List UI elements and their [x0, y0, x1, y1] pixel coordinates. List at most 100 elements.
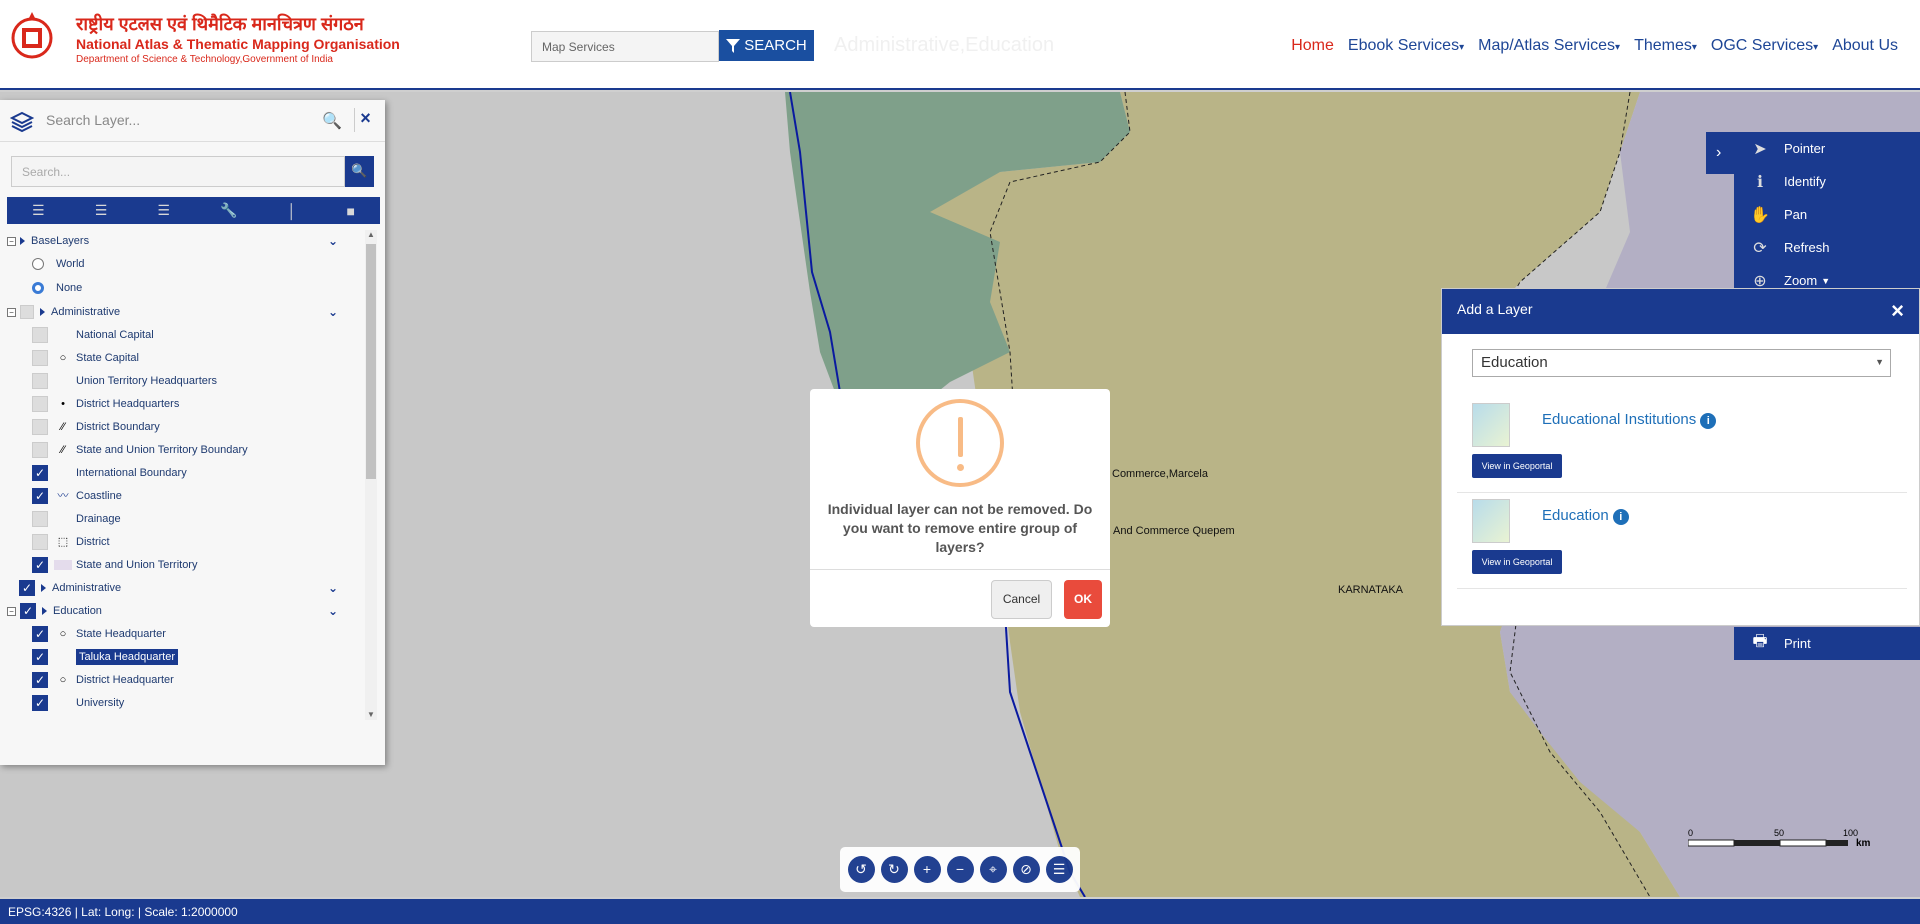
tree-node-drainage[interactable]: Drainage [7, 508, 362, 530]
undo-icon[interactable]: ↺ [847, 856, 875, 883]
list-icon[interactable]: ☰ [1045, 856, 1073, 883]
tree-node-none[interactable]: None [7, 277, 362, 299]
checkbox[interactable] [32, 511, 48, 527]
view-in-geoportal-button[interactable]: View in Geoportal [1472, 454, 1562, 478]
radio-none[interactable] [32, 282, 44, 294]
checkbox[interactable] [32, 327, 48, 343]
zoom-out-icon[interactable]: − [946, 856, 974, 883]
symbol-blank [54, 375, 72, 387]
tool-refresh[interactable]: ⟳ Refresh [1734, 231, 1920, 264]
tree-node-district-boundary[interactable]: ⁄⁄ District Boundary [7, 416, 362, 438]
checkbox[interactable] [32, 396, 48, 412]
tree-node-district-hq[interactable]: • District Headquarters [7, 393, 362, 415]
nav-about-us[interactable]: About Us [1832, 37, 1898, 55]
ok-button[interactable]: OK [1064, 580, 1102, 619]
chevron-down-icon[interactable]: ⌄ [328, 581, 338, 595]
checkbox-checked[interactable]: ✓ [32, 557, 48, 573]
tree-node-university[interactable]: ✓ University [7, 692, 362, 714]
tree-node-ut-hq[interactable]: Union Territory Headquarters [7, 370, 362, 392]
chevron-down-icon[interactable]: ⌄ [328, 234, 338, 248]
view-in-geoportal-button[interactable]: View in Geoportal [1472, 550, 1562, 574]
legend-icon[interactable]: │ [288, 203, 297, 219]
layer-filter-input[interactable]: Search... [11, 156, 345, 187]
checkbox[interactable] [32, 419, 48, 435]
tree-node-education[interactable]: − ✓ Education ⌄ [7, 600, 362, 622]
layer-result-link[interactable]: Educational Institutions i [1542, 411, 1717, 429]
map-label-marcela: Commerce,Marcela [1112, 468, 1208, 480]
tree-node-district[interactable]: ⬚ District [7, 531, 362, 553]
nav-themes[interactable]: Themes▾ [1634, 37, 1697, 55]
square-icon[interactable]: ■ [346, 203, 354, 219]
close-icon[interactable]: × [1891, 298, 1904, 324]
nav-home[interactable]: Home [1291, 37, 1334, 55]
checkbox[interactable] [32, 442, 48, 458]
tree-node-state-capital[interactable]: ○ State Capital [7, 347, 362, 369]
checkbox-checked[interactable]: ✓ [32, 672, 48, 688]
chevron-right-icon[interactable]: › [1716, 144, 1721, 162]
stack-layers-icon[interactable]: ☰ [32, 202, 45, 219]
cancel-button[interactable]: Cancel [991, 580, 1052, 619]
checkbox-partial[interactable] [20, 305, 34, 319]
zoom-in-icon[interactable]: + [913, 856, 941, 883]
scroll-up-icon[interactable]: ▲ [366, 230, 376, 240]
checkbox[interactable] [32, 350, 48, 366]
layer-tree-scrollbar[interactable]: ▲ ▼ [365, 230, 377, 720]
header-search-button[interactable]: SEARCH [719, 30, 814, 61]
info-icon[interactable]: i [1612, 509, 1629, 525]
tool-pointer[interactable]: ➤ Pointer [1734, 132, 1920, 165]
layer-result-link[interactable]: Education i [1542, 507, 1629, 525]
tree-node-international-boundary[interactable]: ✓ International Boundary [7, 462, 362, 484]
symbol-blank [54, 467, 72, 479]
redo-icon[interactable]: ↻ [880, 856, 908, 883]
checkbox-checked[interactable]: ✓ [20, 603, 36, 619]
collapse-icon[interactable]: − [7, 606, 16, 616]
checkbox-checked[interactable]: ✓ [32, 649, 48, 665]
chevron-down-icon[interactable]: ⌄ [328, 604, 338, 618]
scroll-thumb[interactable] [366, 244, 376, 479]
wrench-icon[interactable]: 🔧 [220, 202, 237, 219]
tree-node-administrative-2[interactable]: ✓ Administrative ⌄ [7, 577, 362, 599]
layer-panel: Search Layer... 🔍 × Search... 🔍 ☰ ☰ ☰ 🔧 … [0, 100, 385, 765]
tree-node-national-capital[interactable]: National Capital [7, 324, 362, 346]
tree-node-administrative[interactable]: − Administrative ⌄ [7, 301, 362, 323]
radio-world[interactable] [32, 258, 44, 270]
tree-node-district-headquarter[interactable]: ✓ ○ District Headquarter [7, 669, 362, 691]
tree-node-state-headquarter[interactable]: ✓ ○ State Headquarter [7, 623, 362, 645]
theme-select[interactable]: Education ▼ [1472, 349, 1891, 377]
nav-ogc-services[interactable]: OGC Services▾ [1711, 37, 1818, 55]
print-button[interactable]: 🖶 Print [1734, 627, 1920, 660]
search-icon[interactable]: 🔍 [322, 111, 342, 131]
checkbox-checked[interactable]: ✓ [32, 488, 48, 504]
search-button-label: SEARCH [744, 37, 807, 54]
chevron-down-icon[interactable]: ⌄ [328, 305, 338, 319]
scroll-down-icon[interactable]: ▼ [366, 710, 376, 720]
header-search-input[interactable]: Map Services [531, 31, 719, 62]
nav-ebook-services[interactable]: Ebook Services▾ [1348, 37, 1464, 55]
tree-node-taluka-headquarter[interactable]: ✓ Taluka Headquarter [7, 646, 362, 668]
add-layers-icon[interactable]: ☰ [95, 202, 108, 219]
checkbox[interactable] [32, 373, 48, 389]
checkbox-checked[interactable]: ✓ [32, 626, 48, 642]
tree-node-baselayers[interactable]: − BaseLayers ⌄ [7, 230, 362, 252]
collapse-icon[interactable]: − [7, 307, 16, 317]
locate-icon[interactable]: ⌖ [979, 856, 1007, 883]
info-icon[interactable]: i [1700, 413, 1717, 429]
checkbox-checked[interactable]: ✓ [32, 465, 48, 481]
tree-node-state-ut[interactable]: ✓ State and Union Territory [7, 554, 362, 576]
checkbox-checked[interactable]: ✓ [32, 695, 48, 711]
tool-identify[interactable]: ℹ Identify [1734, 165, 1920, 198]
search-layer-input[interactable]: Search Layer... [46, 112, 140, 128]
tree-node-world[interactable]: World [7, 253, 362, 275]
nav-map-atlas-services[interactable]: Map/Atlas Services▾ [1478, 37, 1620, 55]
close-panel-icon[interactable]: × [354, 108, 376, 132]
remove-layers-icon[interactable]: ☰ [157, 202, 170, 219]
layer-filter-search-button[interactable]: 🔍 [345, 156, 374, 187]
tree-node-coastline[interactable]: ✓ 〰 Coastline [7, 485, 362, 507]
hide-icon[interactable]: ⊘ [1012, 856, 1040, 883]
circle-symbol-icon: ○ [59, 674, 67, 686]
collapse-icon[interactable]: − [7, 236, 16, 246]
tree-node-state-ut-boundary[interactable]: ⁄⁄ State and Union Territory Boundary [7, 439, 362, 461]
checkbox-checked[interactable]: ✓ [19, 580, 35, 596]
checkbox[interactable] [32, 534, 48, 550]
tool-pan[interactable]: ✋ Pan [1734, 198, 1920, 231]
